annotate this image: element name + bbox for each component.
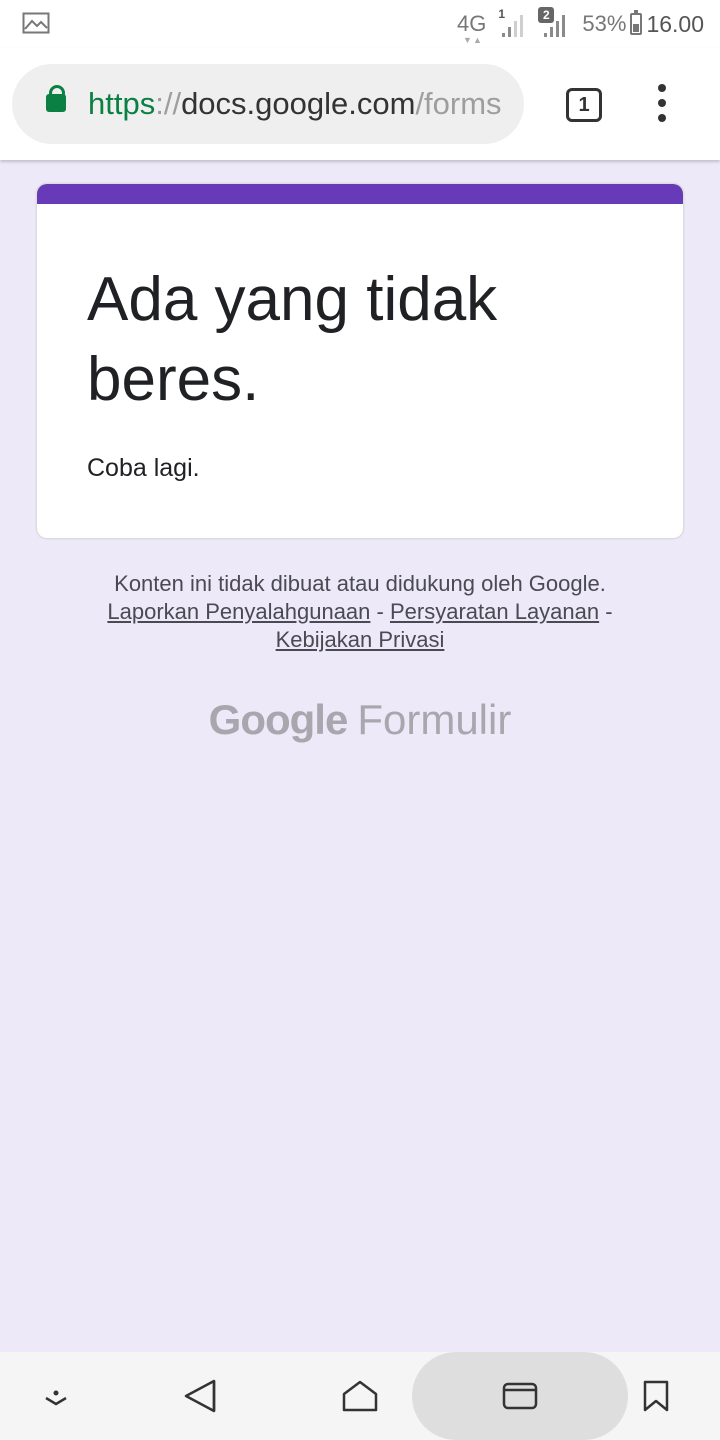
tab-count: 1: [578, 94, 590, 116]
menu-dot: [658, 99, 666, 107]
card-accent-bar: [37, 184, 683, 204]
signal-bar: [544, 33, 548, 37]
back-icon[interactable]: [180, 1352, 220, 1440]
footer-links-row: Laporkan Penyalahgunaan - Persyaratan La…: [60, 598, 660, 626]
sim1-label: 1: [498, 7, 506, 21]
data-arrows-icon: ▼▲: [463, 35, 483, 45]
signal-bar: [502, 33, 506, 37]
status-bar: 4G ▼▲ 1 2 53% 16.00: [0, 0, 720, 48]
url-path: /forms: [415, 86, 502, 121]
brand-google: Google: [208, 696, 349, 743]
error-card: Ada yang tidak beres. Coba lagi.: [37, 184, 683, 538]
network-type-label: 4G: [457, 11, 487, 36]
link-separator: -: [370, 599, 390, 624]
clock: 16.00: [646, 10, 704, 37]
signal-bar: [550, 27, 554, 37]
signal-bar: [520, 15, 524, 37]
signal-bar: [562, 15, 566, 37]
url-scheme: https: [88, 86, 156, 121]
home-icon[interactable]: [338, 1352, 382, 1440]
sim2-signal-icon: 2: [538, 7, 570, 39]
google-forms-logo[interactable]: Google Formulir: [0, 696, 720, 744]
link-separator: -: [599, 599, 613, 624]
lock-icon[interactable]: [46, 85, 66, 112]
recents-icon[interactable]: [500, 1352, 540, 1440]
url-separator: ://: [155, 86, 182, 121]
signal-bar: [514, 21, 518, 37]
navigation-bar: [0, 1352, 720, 1440]
battery-percent: 53%: [582, 11, 627, 36]
url-text[interactable]: https://docs.google.com/forms: [88, 86, 508, 122]
footer: Konten ini tidak dibuat atau didukung ol…: [60, 570, 660, 654]
tab-switcher-button[interactable]: 1: [566, 88, 602, 122]
error-title: Ada yang tidak beres.: [87, 265, 498, 414]
privacy-policy-link[interactable]: Kebijakan Privasi: [276, 627, 445, 652]
report-abuse-link[interactable]: Laporkan Penyalahgunaan: [107, 599, 370, 624]
battery-icon: [630, 10, 643, 35]
sim2-label: 2: [538, 7, 555, 23]
signal-bar: [508, 27, 512, 37]
error-subtitle: Coba lagi.: [87, 454, 200, 482]
hide-keyboard-icon[interactable]: [36, 1352, 76, 1440]
image-notification-icon: [22, 12, 50, 34]
more-menu-icon[interactable]: [654, 84, 674, 124]
network-type: 4G ▼▲: [457, 11, 487, 45]
sim1-signal-icon: 1: [498, 7, 528, 39]
screen: 4G ▼▲ 1 2 53% 16.00 https://docs.google.…: [0, 0, 720, 1440]
brand-product: Formulir: [357, 696, 512, 743]
disclaimer-text: Konten ini tidak dibuat atau didukung ol…: [114, 571, 606, 596]
battery-fill: [633, 24, 640, 32]
url-host: docs.google.com: [181, 86, 416, 121]
menu-dot: [658, 114, 666, 122]
browser-toolbar: https://docs.google.com/forms 1: [0, 48, 720, 160]
status-right: 4G ▼▲ 1 2 53% 16.00: [457, 0, 704, 48]
signal-bar: [556, 21, 560, 37]
bookmark-icon[interactable]: [640, 1352, 672, 1440]
terms-of-service-link[interactable]: Persyaratan Layanan: [390, 599, 599, 624]
address-bar[interactable]: https://docs.google.com/forms: [12, 64, 524, 144]
menu-dot: [658, 84, 666, 92]
